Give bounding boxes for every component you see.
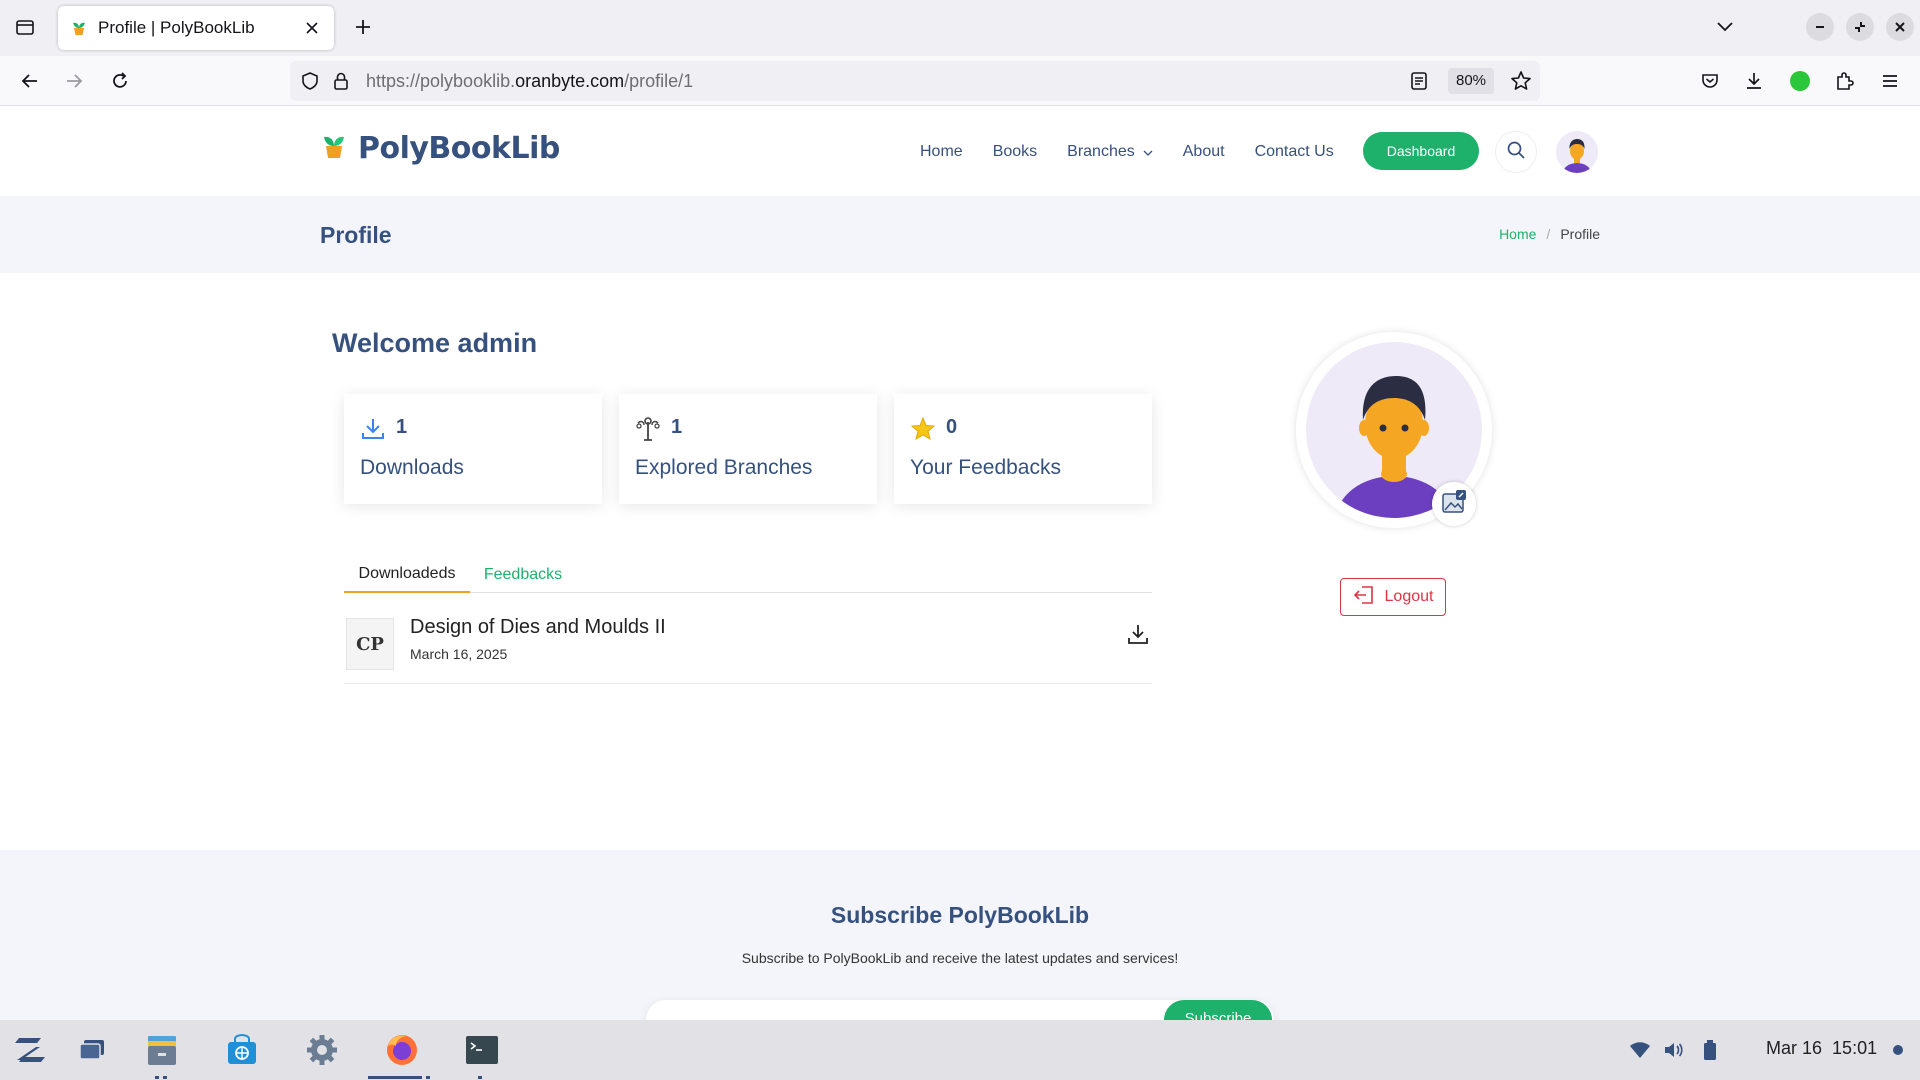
dashboard-button[interactable]: Dashboard bbox=[1363, 132, 1479, 170]
pocket-icon[interactable] bbox=[1696, 67, 1724, 95]
subscribe-title: Subscribe PolyBookLib bbox=[830, 902, 1090, 928]
running-indicator bbox=[155, 1076, 159, 1079]
stat-card-feedbacks: 0 Your Feedbacks bbox=[894, 394, 1152, 504]
logout-label: Logout bbox=[1384, 588, 1434, 605]
browser-nav-bar: https://polybooklib.oranbyte.com/profile… bbox=[0, 56, 1920, 106]
software-store-icon[interactable] bbox=[224, 1032, 260, 1068]
tab-title: Profile | PolyBookLib bbox=[98, 18, 255, 37]
zorin-menu-icon[interactable] bbox=[12, 1032, 48, 1068]
welcome-heading: Welcome admin bbox=[332, 328, 538, 358]
menu-about[interactable]: About bbox=[1183, 143, 1225, 161]
logout-icon bbox=[1353, 585, 1375, 610]
battery-icon[interactable] bbox=[1698, 1038, 1722, 1062]
zoom-level[interactable]: 80% bbox=[1448, 68, 1495, 94]
menu-branches-label: Branches bbox=[1067, 143, 1135, 160]
profile-status-icon[interactable] bbox=[1786, 67, 1814, 95]
reader-mode-icon[interactable] bbox=[1410, 71, 1428, 96]
site-favicon-icon bbox=[70, 19, 88, 37]
firefox-view-icon[interactable] bbox=[12, 14, 38, 40]
book-thumbnail: CP bbox=[346, 618, 394, 670]
breadcrumb-home-link[interactable]: Home bbox=[1499, 226, 1536, 242]
main-menu: Home Books Branches About Contact Us bbox=[920, 132, 1364, 172]
site-header: PolyBookLib Home Books Branches About Co… bbox=[0, 107, 1920, 195]
breadcrumb-bar: Profile Home / Profile bbox=[0, 196, 1920, 273]
running-indicator bbox=[368, 1076, 422, 1079]
url-text[interactable]: https://polybooklib.oranbyte.com/profile… bbox=[366, 71, 693, 92]
running-indicator bbox=[163, 1076, 167, 1079]
chevron-down-icon[interactable] bbox=[1712, 14, 1738, 40]
download-icon bbox=[1126, 622, 1150, 651]
branch-icon bbox=[635, 416, 661, 442]
stat-card-downloads: 1 Downloads bbox=[344, 394, 602, 504]
stat-value: 1 bbox=[396, 416, 408, 438]
back-icon[interactable] bbox=[16, 67, 44, 95]
downloads-icon[interactable] bbox=[1740, 67, 1768, 95]
list-item: CP Design of Dies and Moulds II March 16… bbox=[344, 612, 1152, 684]
download-icon bbox=[360, 416, 386, 442]
volume-icon[interactable] bbox=[1662, 1038, 1686, 1062]
page-title: Profile bbox=[320, 222, 392, 248]
star-icon bbox=[910, 416, 936, 442]
browser-tab-active[interactable]: Profile | PolyBookLib bbox=[58, 6, 334, 50]
menu-branches[interactable]: Branches bbox=[1067, 143, 1153, 161]
change-photo-button[interactable] bbox=[1432, 482, 1476, 526]
stat-card-branches: 1 Explored Branches bbox=[619, 394, 877, 504]
search-icon bbox=[1506, 140, 1526, 165]
stat-value: 0 bbox=[946, 416, 958, 438]
brand-name: PolyBookLib bbox=[358, 131, 560, 166]
stat-label: Your Feedbacks bbox=[910, 456, 1061, 479]
clock-time: 15:01 bbox=[1832, 1038, 1878, 1058]
site-logo[interactable]: PolyBookLib bbox=[320, 131, 560, 166]
extensions-icon[interactable] bbox=[1830, 67, 1858, 95]
user-avatar[interactable] bbox=[1556, 131, 1598, 173]
workspaces-icon[interactable] bbox=[74, 1032, 110, 1068]
breadcrumb-current: Profile bbox=[1560, 226, 1600, 242]
restore-icon[interactable] bbox=[1846, 13, 1874, 41]
reload-icon[interactable] bbox=[106, 67, 134, 95]
address-bar[interactable]: https://polybooklib.oranbyte.com/profile… bbox=[290, 61, 1540, 101]
files-icon[interactable] bbox=[144, 1032, 180, 1068]
close-window-icon[interactable] bbox=[1886, 13, 1914, 41]
running-indicator bbox=[478, 1076, 482, 1079]
search-button[interactable] bbox=[1495, 131, 1537, 173]
desktop-taskbar: Mar 16 15:01 bbox=[0, 1020, 1920, 1080]
menu-home[interactable]: Home bbox=[920, 143, 963, 161]
forward-icon[interactable] bbox=[60, 67, 88, 95]
terminal-icon[interactable] bbox=[464, 1032, 500, 1068]
notification-dot-icon[interactable] bbox=[1886, 1038, 1910, 1062]
bookmark-star-icon[interactable] bbox=[1510, 70, 1532, 97]
profile-tabs: Downloadeds Feedbacks bbox=[344, 556, 1152, 593]
breadcrumb-separator: / bbox=[1546, 226, 1551, 242]
new-tab-icon[interactable] bbox=[350, 14, 376, 40]
wifi-icon[interactable] bbox=[1628, 1038, 1652, 1062]
subscribe-section: Subscribe PolyBookLib Subscribe to PolyB… bbox=[0, 850, 1920, 1040]
settings-gear-icon[interactable] bbox=[304, 1032, 340, 1068]
taskbar-clock[interactable]: Mar 16 15:01 bbox=[1766, 1038, 1877, 1059]
download-date: March 16, 2025 bbox=[410, 646, 508, 662]
browser-tab-bar: Profile | PolyBookLib bbox=[0, 0, 1920, 56]
tab-downloadeds[interactable]: Downloadeds bbox=[344, 556, 470, 593]
stat-value: 1 bbox=[671, 416, 683, 438]
tab-feedbacks[interactable]: Feedbacks bbox=[478, 556, 568, 593]
clock-date: Mar 16 bbox=[1766, 1038, 1823, 1058]
firefox-icon[interactable] bbox=[384, 1032, 420, 1068]
book-title[interactable]: Design of Dies and Moulds II bbox=[410, 616, 666, 639]
plant-logo-icon bbox=[320, 132, 348, 165]
logout-button[interactable]: Logout bbox=[1340, 578, 1446, 616]
minimize-icon[interactable] bbox=[1806, 13, 1834, 41]
breadcrumb: Home / Profile bbox=[1499, 226, 1600, 242]
tracking-protection-icon[interactable] bbox=[300, 71, 320, 96]
menu-hamburger-icon[interactable] bbox=[1876, 67, 1904, 95]
download-book-button[interactable] bbox=[1124, 622, 1152, 650]
running-indicator bbox=[426, 1076, 430, 1079]
stat-label: Explored Branches bbox=[635, 456, 813, 479]
close-tab-icon[interactable] bbox=[302, 18, 322, 38]
menu-contact[interactable]: Contact Us bbox=[1255, 143, 1334, 161]
subscribe-text: Subscribe to PolyBookLib and receive the… bbox=[741, 950, 1179, 966]
lock-icon[interactable] bbox=[332, 71, 350, 96]
menu-books[interactable]: Books bbox=[993, 143, 1037, 161]
image-edit-icon bbox=[1441, 489, 1467, 520]
chevron-down-icon bbox=[1143, 143, 1153, 161]
stat-label: Downloads bbox=[360, 456, 464, 479]
